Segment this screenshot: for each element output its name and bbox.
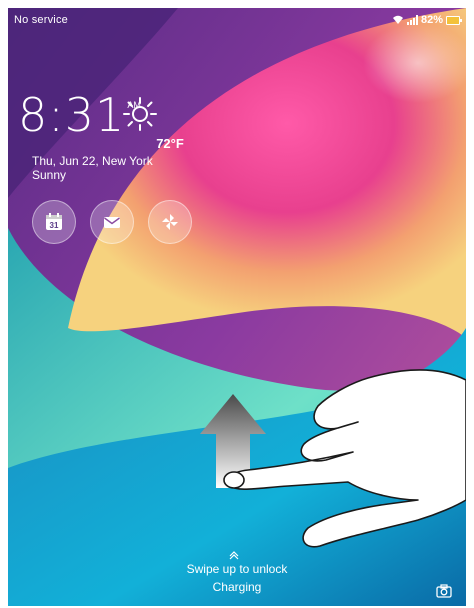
carrier-label: No service — [14, 14, 68, 26]
calendar-icon: 31 — [46, 213, 62, 230]
sun-icon — [123, 97, 157, 131]
charging-status: Charging — [212, 580, 262, 594]
date-location: Thu, Jun 22, New York — [32, 154, 153, 168]
calendar-day: 31 — [50, 221, 59, 230]
lock-screen: No service 82% 8:31 AM 72°F Thu, Jun 22,… — [8, 8, 466, 606]
weather-widget[interactable]: 72°F — [120, 96, 184, 151]
temperature: 72°F — [156, 136, 184, 151]
unlock-area[interactable]: Swipe up to unlock Charging — [8, 536, 466, 606]
pinwheel-icon — [162, 214, 178, 230]
calendar-shortcut[interactable]: 31 — [32, 200, 76, 244]
wifi-icon — [392, 15, 403, 24]
pinwheel-shortcut[interactable] — [148, 200, 192, 244]
shortcut-row: 31 — [32, 200, 192, 244]
battery-charging-icon — [446, 15, 462, 25]
signal-icon — [406, 15, 418, 25]
weather-condition: Sunny — [32, 168, 67, 182]
mail-icon — [104, 217, 120, 228]
swipe-hint: Swipe up to unlock — [186, 562, 288, 576]
email-shortcut[interactable] — [90, 200, 134, 244]
clock-time: 8:31 — [18, 88, 126, 142]
chevron-up-icon — [229, 551, 239, 560]
status-icons: 82% — [392, 14, 462, 26]
camera-icon[interactable] — [436, 584, 452, 598]
battery-percent: 82% — [420, 14, 443, 26]
status-bar: No service 82% — [8, 8, 466, 32]
